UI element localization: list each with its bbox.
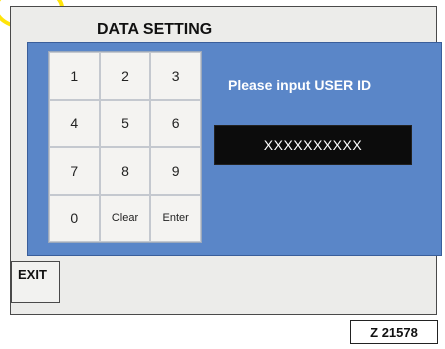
exit-button[interactable]: EXIT xyxy=(11,261,60,303)
figure-code-label: Z 21578 xyxy=(350,320,438,344)
key-7[interactable]: 7 xyxy=(49,147,100,195)
key-9[interactable]: 9 xyxy=(150,147,201,195)
key-4[interactable]: 4 xyxy=(49,99,100,147)
user-id-prompt: Please input USER ID xyxy=(228,77,372,93)
key-3[interactable]: 3 xyxy=(150,52,201,100)
enter-button[interactable]: Enter xyxy=(150,194,201,242)
key-1[interactable]: 1 xyxy=(49,52,100,100)
key-5[interactable]: 5 xyxy=(99,99,151,147)
clear-button[interactable]: Clear xyxy=(99,194,151,242)
data-setting-screen: DATA SETTING 1 2 3 4 5 6 7 8 9 0 Clear E… xyxy=(10,6,442,315)
input-panel: 1 2 3 4 5 6 7 8 9 0 Clear Enter Please i… xyxy=(27,42,442,256)
numeric-keypad: 1 2 3 4 5 6 7 8 9 0 Clear Enter xyxy=(48,51,202,243)
key-8[interactable]: 8 xyxy=(99,147,151,195)
key-0[interactable]: 0 xyxy=(49,194,100,242)
screen-title: DATA SETTING xyxy=(97,21,213,38)
user-id-field[interactable]: XXXXXXXXXX xyxy=(214,125,412,165)
key-2[interactable]: 2 xyxy=(99,52,151,100)
key-6[interactable]: 6 xyxy=(150,99,201,147)
